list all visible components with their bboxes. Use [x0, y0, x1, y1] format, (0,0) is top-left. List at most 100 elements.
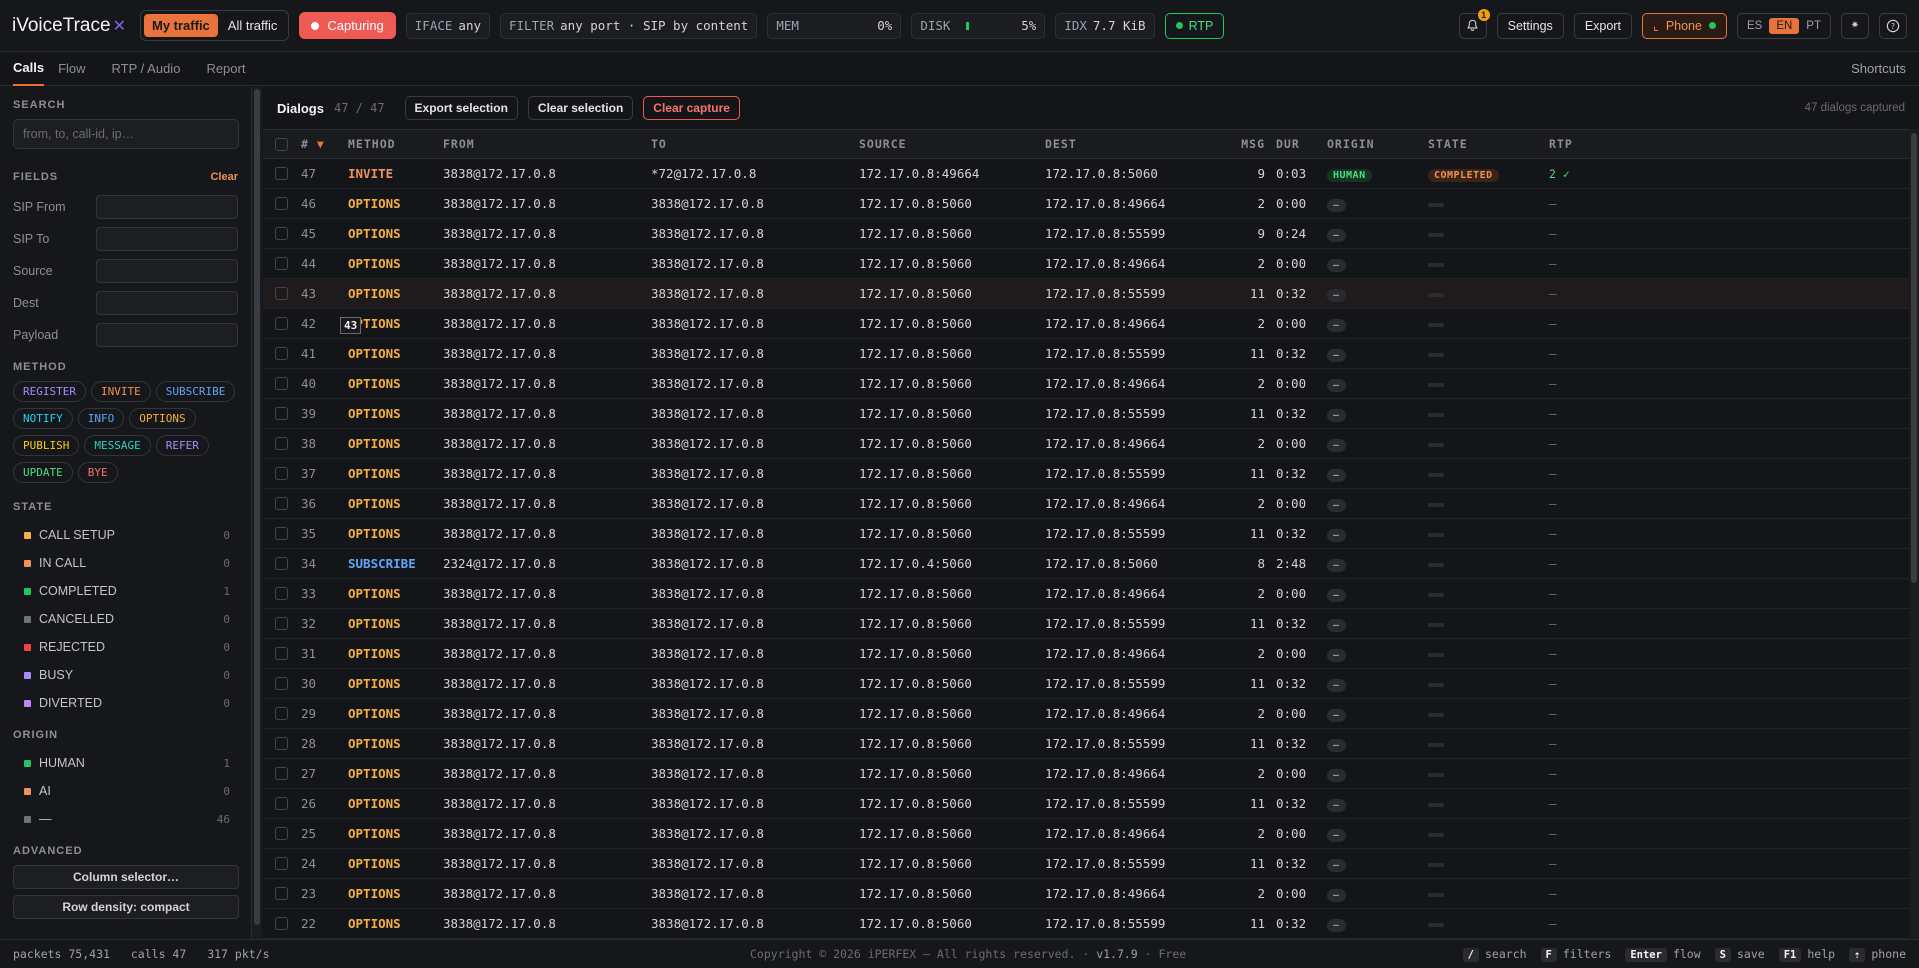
clear-fields-button[interactable]: Clear [210, 171, 238, 183]
col-method[interactable]: METHOD [348, 137, 443, 151]
row-checkbox[interactable] [274, 857, 288, 870]
field-input-sip-from[interactable] [96, 195, 238, 219]
lang-es[interactable]: ES [1740, 18, 1769, 34]
my-traffic-button[interactable]: My traffic [144, 14, 218, 37]
table-row[interactable]: 41 OPTIONS 3838@172.17.0.8 3838@172.17.0.8 1… [263, 339, 1919, 369]
table-row[interactable]: 40 OPTIONS 3838@172.17.0.8 3838@172.17.0.8 1… [263, 369, 1919, 399]
row-checkbox[interactable] [274, 347, 288, 360]
row-checkbox[interactable] [274, 527, 288, 540]
col-number[interactable]: # ▼ [299, 137, 348, 151]
iface-chip[interactable]: IFACE any [405, 12, 490, 39]
filter-chip[interactable]: FILTER any port · SIP by content [500, 12, 758, 39]
col-to[interactable]: TO [651, 137, 859, 151]
col-source[interactable]: SOURCE [859, 137, 1045, 151]
row-checkbox[interactable] [274, 797, 288, 810]
table-row[interactable]: 43 OPTIONS 3838@172.17.0.8 3838@172.17.0.8 1… [263, 279, 1919, 309]
tab-rtp-audio[interactable]: RTP / Audio [112, 52, 193, 86]
table-row[interactable]: 36 OPTIONS 3838@172.17.0.8 3838@172.17.0.8 1… [263, 489, 1919, 519]
tab-calls[interactable]: Calls [13, 52, 45, 86]
table-row[interactable]: 25 OPTIONS 3838@172.17.0.8 3838@172.17.0.8 1… [263, 819, 1919, 849]
col-dur[interactable]: DUR [1265, 137, 1327, 151]
table-row[interactable]: 37 OPTIONS 3838@172.17.0.8 3838@172.17.0.8 1… [263, 459, 1919, 489]
origin-filter-human[interactable]: HUMAN 1 [13, 749, 238, 777]
table-row[interactable]: 44 OPTIONS 3838@172.17.0.8 3838@172.17.0.8 1… [263, 249, 1919, 279]
method-chip-publish[interactable]: PUBLISH [13, 435, 80, 456]
table-row[interactable]: 47 INVITE 3838@172.17.0.8 *72@172.17.0.8 172… [263, 159, 1919, 189]
sidebar-scrollbar[interactable] [252, 87, 262, 939]
table-row[interactable]: 24 OPTIONS 3838@172.17.0.8 3838@172.17.0.8 1… [263, 849, 1919, 879]
table-row[interactable]: 30 OPTIONS 3838@172.17.0.8 3838@172.17.0.8 1… [263, 669, 1919, 699]
table-row[interactable]: 39 OPTIONS 3838@172.17.0.8 3838@172.17.0.8 1… [263, 399, 1919, 429]
origin-filter-ai[interactable]: AI 0 [13, 777, 238, 805]
row-checkbox[interactable] [274, 737, 288, 750]
method-chip-message[interactable]: MESSAGE [84, 435, 151, 456]
table-row[interactable]: 38 OPTIONS 3838@172.17.0.8 3838@172.17.0.8 1… [263, 429, 1919, 459]
row-checkbox[interactable] [274, 767, 288, 780]
row-checkbox[interactable] [274, 827, 288, 840]
table-row[interactable]: 32 OPTIONS 3838@172.17.0.8 3838@172.17.0.8 1… [263, 609, 1919, 639]
row-checkbox[interactable] [274, 587, 288, 600]
theme-toggle-button[interactable]: ✷ [1841, 12, 1869, 39]
state-filter-diverted[interactable]: DIVERTED 0 [13, 689, 238, 717]
table-row[interactable]: 23 OPTIONS 3838@172.17.0.8 3838@172.17.0.8 1… [263, 879, 1919, 909]
export-button[interactable]: Export [1573, 12, 1632, 39]
state-filter-in-call[interactable]: IN CALL 0 [13, 549, 238, 577]
capture-button[interactable]: Capturing [299, 12, 396, 39]
tab-flow[interactable]: Flow [58, 52, 97, 86]
clear-selection-button[interactable]: Clear selection [527, 96, 634, 120]
table-row[interactable]: 31 OPTIONS 3838@172.17.0.8 3838@172.17.0.8 1… [263, 639, 1919, 669]
row-checkbox[interactable] [274, 557, 288, 570]
state-filter-cancelled[interactable]: CANCELLED 0 [13, 605, 238, 633]
table-row[interactable]: 27 OPTIONS 3838@172.17.0.8 3838@172.17.0.8 1… [263, 759, 1919, 789]
col-from[interactable]: FROM [443, 137, 651, 151]
row-density-button[interactable]: Row density: compact [13, 895, 239, 919]
method-chip-bye[interactable]: BYE [77, 462, 118, 483]
row-checkbox[interactable] [274, 407, 288, 420]
col-rtp[interactable]: RTP [1549, 137, 1629, 151]
state-filter-rejected[interactable]: REJECTED 0 [13, 633, 238, 661]
row-checkbox[interactable] [274, 197, 288, 210]
state-filter-call-setup[interactable]: CALL SETUP 0 [13, 521, 238, 549]
method-chip-options[interactable]: OPTIONS [129, 408, 196, 429]
method-chip-refer[interactable]: REFER [155, 435, 209, 456]
shortcuts-button[interactable]: Shortcuts [1851, 61, 1906, 76]
row-checkbox[interactable] [274, 227, 288, 240]
table-row[interactable]: 46 OPTIONS 3838@172.17.0.8 3838@172.17.0.8 1… [263, 189, 1919, 219]
row-checkbox[interactable] [274, 647, 288, 660]
field-input-sip-to[interactable] [96, 227, 238, 251]
settings-button[interactable]: Settings [1496, 12, 1564, 39]
table-row[interactable]: 29 OPTIONS 3838@172.17.0.8 3838@172.17.0.8 1… [263, 699, 1919, 729]
col-dest[interactable]: DEST [1045, 137, 1231, 151]
method-chip-register[interactable]: REGISTER [13, 381, 86, 402]
method-chip-info[interactable]: INFO [77, 408, 125, 429]
state-filter-busy[interactable]: BUSY 0 [13, 661, 238, 689]
row-checkbox[interactable] [274, 887, 288, 900]
row-checkbox[interactable] [274, 497, 288, 510]
table-row[interactable]: 22 OPTIONS 3838@172.17.0.8 3838@172.17.0.8 1… [263, 909, 1919, 939]
field-input-dest[interactable] [96, 291, 238, 315]
method-chip-subscribe[interactable]: SUBSCRIBE [155, 381, 236, 402]
col-origin[interactable]: ORIGIN [1327, 137, 1428, 151]
phone-button[interactable]: ⌞ Phone [1641, 12, 1727, 39]
col-msg[interactable]: MSG [1231, 137, 1265, 151]
method-chip-notify[interactable]: NOTIFY [13, 408, 73, 429]
row-checkbox[interactable] [274, 437, 288, 450]
row-checkbox[interactable] [274, 317, 288, 330]
rtp-toggle[interactable]: RTP [1164, 12, 1225, 39]
table-row[interactable]: 28 OPTIONS 3838@172.17.0.8 3838@172.17.0.8 1… [263, 729, 1919, 759]
col-state[interactable]: STATE [1428, 137, 1549, 151]
all-traffic-button[interactable]: All traffic [220, 14, 286, 37]
row-checkbox[interactable] [274, 257, 288, 270]
row-checkbox[interactable] [274, 377, 288, 390]
table-scrollbar-thumb[interactable] [1911, 133, 1917, 583]
table-scrollbar[interactable] [1909, 129, 1919, 939]
state-filter-completed[interactable]: COMPLETED 1 [13, 577, 238, 605]
row-checkbox[interactable] [274, 917, 288, 930]
method-chip-update[interactable]: UPDATE [13, 462, 73, 483]
sidebar-scrollbar-thumb[interactable] [254, 89, 260, 925]
origin-filter-none[interactable]: — 46 [13, 805, 238, 833]
select-all-checkbox[interactable] [274, 137, 288, 151]
row-checkbox[interactable] [274, 617, 288, 630]
export-selection-button[interactable]: Export selection [404, 96, 518, 120]
table-row[interactable]: 33 OPTIONS 3838@172.17.0.8 3838@172.17.0.8 1… [263, 579, 1919, 609]
